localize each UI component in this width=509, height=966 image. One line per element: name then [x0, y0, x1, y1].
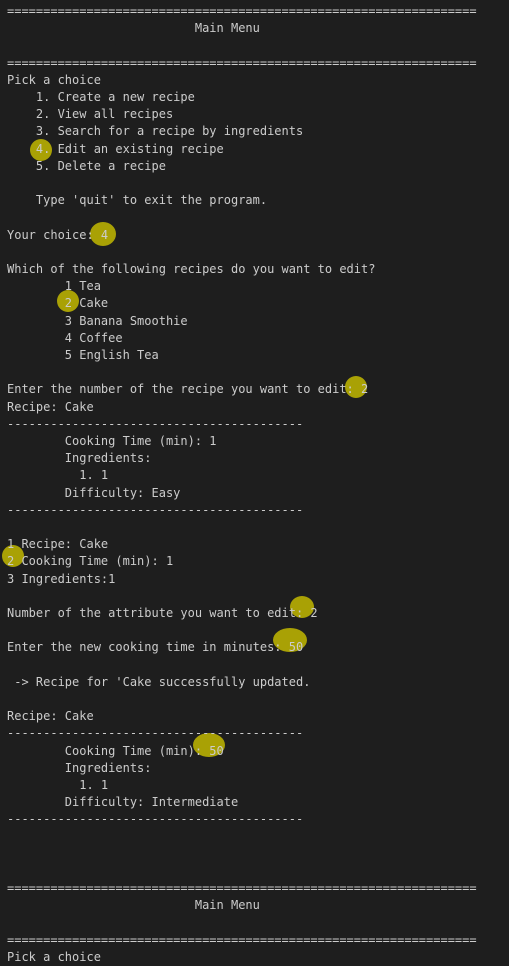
- terminal-line: 2 Cake: [7, 296, 109, 311]
- terminal-line: Your choice: 4: [7, 227, 109, 242]
- terminal-line: Enter the new cooking time in minutes: 5…: [7, 640, 304, 655]
- terminal-line: ========================================…: [7, 881, 477, 896]
- terminal-line: 3 Ingredients:1: [7, 571, 116, 586]
- terminal-line: 2. View all recipes: [7, 107, 174, 122]
- terminal-line: 4 Coffee: [7, 330, 123, 345]
- terminal-line: ----------------------------------------…: [7, 416, 304, 431]
- terminal-line: Ingredients:: [7, 760, 152, 775]
- terminal-line: 5. Delete a recipe: [7, 158, 166, 173]
- terminal-line: ----------------------------------------…: [7, 726, 304, 741]
- terminal-line: 2 Cooking Time (min): 1: [7, 554, 174, 569]
- terminal-line: Recipe: Cake: [7, 399, 94, 414]
- terminal-output: ========================================…: [0, 0, 509, 964]
- terminal-line: Type 'quit' to exit the program.: [7, 193, 268, 208]
- terminal-line: ----------------------------------------…: [7, 812, 304, 827]
- terminal-line: 1. Create a new recipe: [7, 90, 195, 104]
- terminal-line: ========================================…: [7, 55, 477, 70]
- terminal-line: 1 Recipe: Cake: [7, 537, 109, 552]
- terminal-line: Pick a choice: [7, 72, 101, 87]
- terminal-line: Which of the following recipes do you wa…: [7, 262, 376, 276]
- terminal-line: 1. 1: [7, 778, 109, 792]
- terminal-line: ========================================…: [7, 932, 477, 947]
- terminal-line: Main Menu: [7, 898, 260, 913]
- terminal-line: Pick a choice: [7, 950, 101, 964]
- terminal-line: 4. Edit an existing recipe: [7, 141, 224, 156]
- terminal-line: 1 Tea: [7, 279, 101, 294]
- terminal-line: Difficulty: Easy: [7, 485, 181, 500]
- terminal-line: 3 Banana Smoothie: [7, 313, 188, 328]
- terminal-line: Main Menu: [7, 21, 260, 36]
- terminal-line: 1. 1: [7, 468, 109, 483]
- terminal-line: Recipe: Cake: [7, 709, 94, 724]
- terminal-line: ========================================…: [7, 4, 477, 18]
- terminal-line: 5 English Tea: [7, 348, 159, 362]
- terminal-line: Difficulty: Intermediate: [7, 795, 239, 810]
- terminal-line: -> Recipe for 'Cake successfully updated…: [7, 674, 311, 689]
- terminal-line: Cooking Time (min): 50: [7, 743, 224, 758]
- terminal-line: Ingredients:: [7, 451, 152, 466]
- terminal-line: ----------------------------------------…: [7, 502, 304, 517]
- terminal-line: Enter the number of the recipe you want …: [7, 382, 369, 397]
- terminal-line: Number of the attribute you want to edit…: [7, 606, 318, 620]
- terminal-line: 3. Search for a recipe by ingredients: [7, 124, 304, 139]
- terminal-line: Cooking Time (min): 1: [7, 434, 217, 448]
